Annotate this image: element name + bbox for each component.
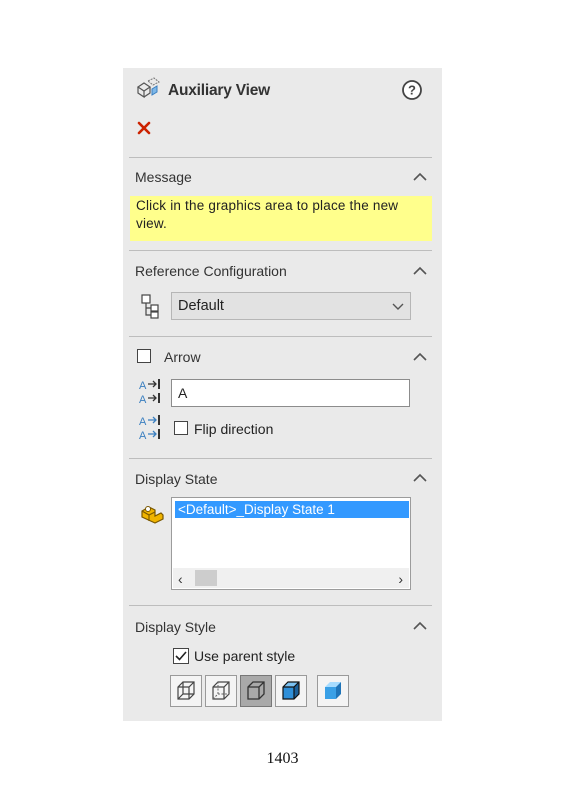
close-button[interactable] — [136, 120, 152, 136]
help-button[interactable]: ? — [401, 79, 423, 101]
reference-configuration-title: Reference Configuration — [135, 263, 287, 279]
panel-header: Auxiliary View — [134, 76, 271, 106]
svg-text:?: ? — [408, 83, 416, 98]
chevron-down-icon — [392, 303, 404, 310]
scroll-right-icon[interactable]: › — [398, 571, 403, 587]
shaded-icon — [325, 682, 341, 699]
use-parent-style-label: Use parent style — [194, 648, 296, 664]
display-state-icon — [139, 501, 165, 530]
flip-direction-label: Flip direction — [194, 421, 274, 437]
shaded-button[interactable] — [317, 675, 349, 707]
display-style-title: Display Style — [135, 619, 216, 635]
display-state-list[interactable]: <Default>_Display State 1 ‹ › — [171, 497, 411, 590]
collapse-chevron-icon[interactable] — [413, 172, 427, 182]
collapse-chevron-icon[interactable] — [413, 621, 427, 631]
collapse-chevron-icon[interactable] — [413, 266, 427, 276]
svg-text:A: A — [139, 394, 147, 406]
flip-direction-icon: A A — [138, 414, 164, 449]
divider — [129, 605, 432, 606]
arrow-section-title: Arrow — [164, 349, 201, 365]
wireframe-icon — [177, 681, 195, 700]
configuration-select-value: Default — [178, 298, 224, 314]
property-manager-panel: Auxiliary View ? Message Click in the gr… — [123, 68, 442, 721]
svg-text:A: A — [139, 430, 147, 442]
svg-text:A: A — [139, 416, 147, 428]
horizontal-scrollbar[interactable]: ‹ › — [173, 568, 409, 588]
configuration-select[interactable]: Default — [171, 292, 411, 320]
scroll-left-icon[interactable]: ‹ — [178, 571, 183, 587]
panel-title: Auxiliary View — [168, 82, 271, 99]
svg-text:A: A — [139, 380, 147, 392]
checkmark-icon — [175, 651, 187, 661]
close-icon — [137, 121, 151, 135]
divider — [129, 458, 432, 459]
divider — [129, 336, 432, 337]
flip-direction-checkbox[interactable] — [174, 421, 188, 435]
divider — [129, 250, 432, 251]
hidden-lines-visible-button[interactable] — [205, 675, 237, 707]
message-section-title: Message — [135, 169, 192, 185]
help-icon: ? — [402, 80, 422, 100]
hidden-lines-visible-icon — [212, 681, 230, 700]
message-text: Click in the graphics area to place the … — [130, 196, 432, 241]
arrow-checkbox[interactable] — [137, 349, 151, 363]
wireframe-button[interactable] — [170, 675, 202, 707]
use-parent-style-checkbox[interactable] — [173, 648, 189, 664]
arrow-label-input[interactable]: A — [171, 379, 410, 407]
configuration-icon — [139, 293, 161, 324]
shaded-with-edges-button[interactable] — [275, 675, 307, 707]
display-state-title: Display State — [135, 471, 218, 487]
shaded-with-edges-icon — [282, 681, 300, 700]
divider — [129, 157, 432, 158]
page-number: 1403 — [266, 750, 299, 767]
collapse-chevron-icon[interactable] — [413, 352, 427, 362]
arrow-label-icon: A A — [138, 378, 164, 413]
hidden-lines-removed-icon — [247, 681, 265, 700]
collapse-chevron-icon[interactable] — [413, 473, 427, 483]
auxiliary-view-icon — [134, 76, 160, 106]
scrollbar-thumb[interactable] — [195, 570, 217, 586]
list-item[interactable]: <Default>_Display State 1 — [175, 501, 409, 518]
hidden-lines-removed-button[interactable] — [240, 675, 272, 707]
